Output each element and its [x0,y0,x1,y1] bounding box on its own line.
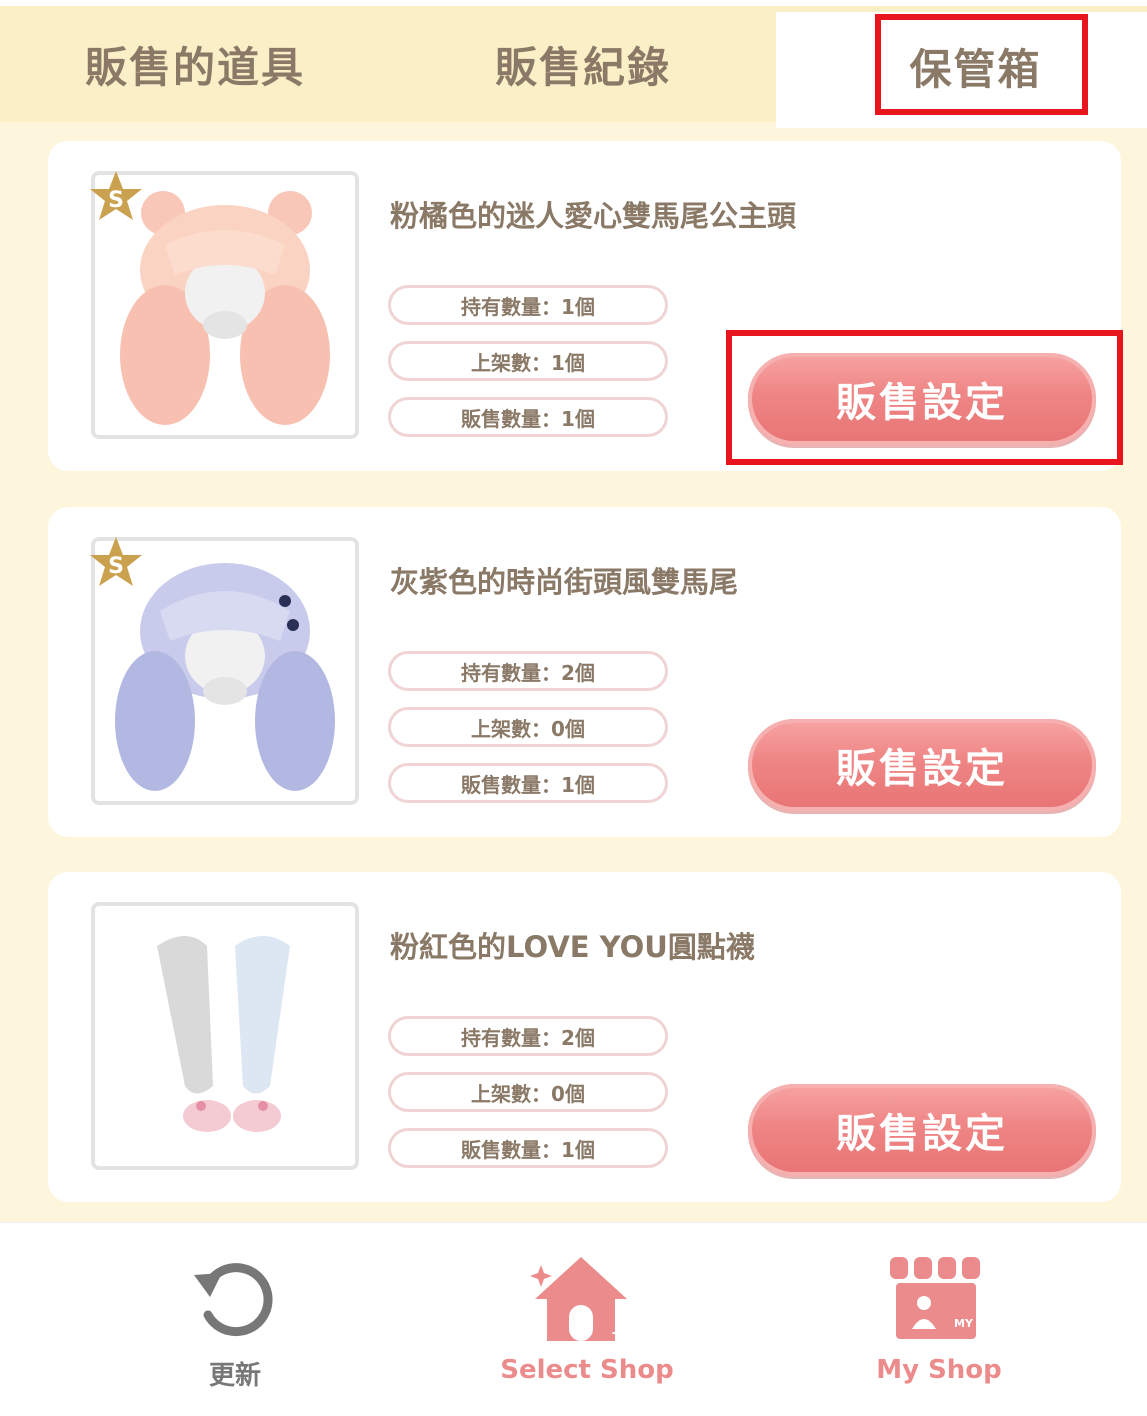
bottom-navigation: 更新 Select Shop MY My Shop [0,1222,1147,1416]
tab-storage-box[interactable]: 保管箱 [776,12,1147,128]
item-title: 灰紫色的時尚街頭風雙馬尾 [390,565,739,599]
select-shop-button[interactable]: Select Shop [396,1223,778,1416]
sale-settings-button[interactable]: 販售設定 [748,353,1096,445]
item-card: S 灰紫色的時尚街頭風雙馬尾 持有數量：2個 上架數：0個 販售數量：1個 販售… [48,507,1121,837]
item-card: S 粉橘色的迷人愛心雙馬尾公主頭 持有數量：1個 上架數：1個 販售數量：1個 … [48,141,1121,471]
badge-letter: S [108,554,124,579]
listed-count: 上架數：0個 [388,1072,668,1112]
tab-sales-record[interactable]: 販售紀錄 [390,6,776,122]
refresh-icon [194,1263,273,1337]
listed-count: 上架數：1個 [388,341,668,381]
badge-letter: S [108,188,124,213]
sold-count: 販售數量：1個 [388,763,668,803]
refresh-label: 更新 [208,1361,261,1391]
storefront-icon: MY [890,1257,980,1339]
sale-settings-button[interactable]: 販售設定 [748,719,1096,811]
star-s-icon: S [88,535,144,591]
tab-label: 保管箱 [909,44,1042,94]
item-title: 粉紅色的LOVE YOU圓點襪 [390,930,755,964]
owned-count: 持有數量：1個 [388,285,668,325]
star-s-icon: S [88,169,144,225]
tab-bar: 販售的道具 販售紀錄 保管箱 [0,0,1147,128]
item-card: 粉紅色的LOVE YOU圓點襪 持有數量：2個 上架數：0個 販售數量：1個 販… [48,872,1121,1202]
owned-count: 持有數量：2個 [388,1016,668,1056]
my-shop-button[interactable]: MY My Shop [748,1223,1130,1416]
sale-settings-button[interactable]: 販售設定 [748,1084,1096,1176]
tab-items-for-sale[interactable]: 販售的道具 [0,6,390,122]
tab-label: 販售紀錄 [494,42,671,92]
select-shop-label: Select Shop [500,1355,674,1385]
sold-count: 販售數量：1個 [388,397,668,437]
house-sparkle-icon [530,1257,627,1341]
sold-count: 販售數量：1個 [388,1128,668,1168]
refresh-button[interactable]: 更新 [40,1223,422,1416]
my-badge: MY [954,1317,974,1330]
listed-count: 上架數：0個 [388,707,668,747]
item-title: 粉橘色的迷人愛心雙馬尾公主頭 [390,199,797,233]
my-shop-label: My Shop [876,1355,1002,1385]
item-thumbnail [91,902,359,1170]
tab-label: 販售的道具 [84,42,305,92]
owned-count: 持有數量：2個 [388,651,668,691]
